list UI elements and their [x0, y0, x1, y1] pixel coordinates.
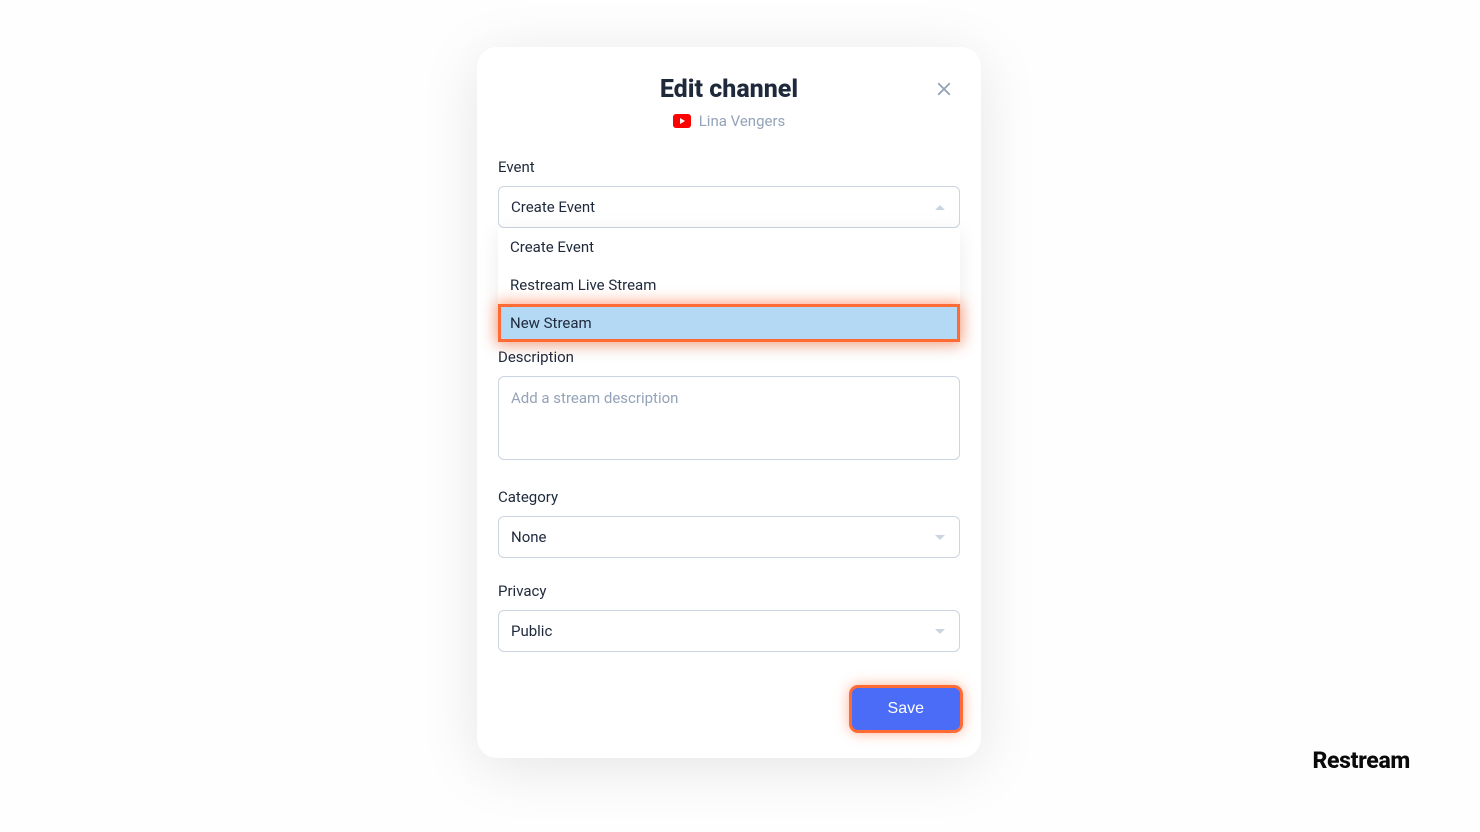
chevron-down-icon — [935, 629, 945, 634]
event-select[interactable]: Create Event — [498, 186, 960, 228]
category-select[interactable]: None — [498, 516, 960, 558]
privacy-label: Privacy — [498, 582, 960, 600]
youtube-icon — [673, 114, 691, 128]
modal-title: Edit channel — [498, 75, 960, 104]
privacy-field-group: Privacy Public — [498, 582, 960, 652]
event-select-value: Create Event — [511, 198, 595, 216]
close-icon — [935, 80, 953, 98]
channel-name: Lina Vengers — [699, 112, 786, 130]
privacy-select[interactable]: Public — [498, 610, 960, 652]
event-label: Event — [498, 158, 960, 176]
restream-logo: Restream — [1312, 747, 1410, 774]
modal-header: Edit channel Lina Vengers — [498, 75, 960, 130]
category-select-value: None — [511, 528, 547, 546]
save-button[interactable]: Save — [852, 688, 960, 730]
category-field-group: Category None — [498, 488, 960, 558]
chevron-up-icon — [935, 205, 945, 210]
description-input[interactable] — [498, 376, 960, 460]
chevron-down-icon — [935, 535, 945, 540]
channel-info: Lina Vengers — [498, 112, 960, 130]
modal-footer: Save — [498, 688, 960, 730]
event-field-group: Event Create Event Create Event Restream… — [498, 158, 960, 228]
description-label: Description — [498, 348, 960, 366]
dropdown-option-new-stream[interactable]: New Stream — [498, 304, 960, 342]
event-dropdown: Create Event Restream Live Stream New St… — [498, 228, 960, 342]
dropdown-option-restream-live[interactable]: Restream Live Stream — [498, 266, 960, 304]
privacy-select-value: Public — [511, 622, 552, 640]
dropdown-option-create-event[interactable]: Create Event — [498, 228, 960, 266]
edit-channel-modal: Edit channel Lina Vengers Event Create E… — [477, 47, 981, 758]
category-label: Category — [498, 488, 960, 506]
close-button[interactable] — [932, 77, 956, 101]
description-field-group: Description — [498, 348, 960, 464]
